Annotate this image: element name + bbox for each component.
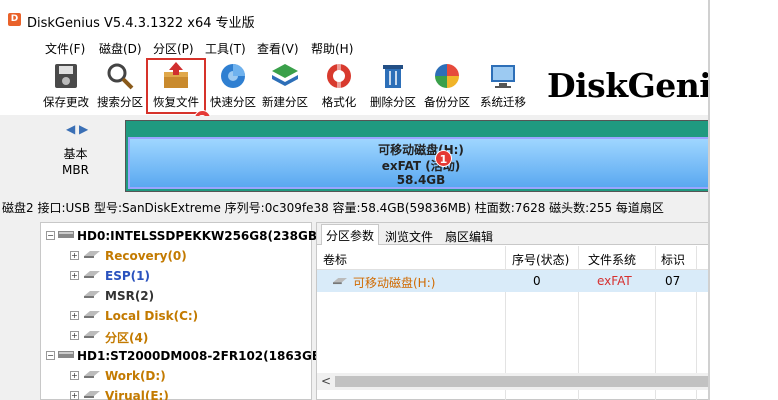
partition-icon: [84, 391, 100, 398]
col-volume-label[interactable]: 卷标: [323, 251, 347, 268]
col-id[interactable]: 标识: [661, 251, 685, 268]
table-row[interactable]: 可移动磁盘(H:) 0 exFAT 07: [317, 270, 710, 292]
delete-partition-label: 删除分区: [370, 95, 416, 109]
row-volume-label: 可移动磁盘(H:): [353, 276, 436, 290]
expand-toggle[interactable]: +: [70, 371, 79, 380]
backup-partition-button[interactable]: 备份分区: [421, 58, 473, 114]
expand-toggle[interactable]: +: [70, 271, 79, 280]
disk-info-line: 磁盘2 接口:USB 型号:SanDiskExtreme 序列号:0c309fe…: [0, 196, 710, 216]
menu-help[interactable]: 帮助(H): [311, 40, 353, 57]
search-partition-label: 搜索分区: [97, 95, 143, 109]
step-badge-1: 1: [435, 150, 452, 167]
partition-icon: [333, 277, 347, 285]
search-partition-button[interactable]: 搜索分区: [94, 58, 146, 114]
partition-icon: [84, 271, 100, 278]
hard-disk-icon: [58, 351, 74, 358]
partition-icon: [84, 371, 100, 378]
row-index: 0: [533, 274, 541, 288]
backup-partition-label: 备份分区: [424, 95, 470, 109]
partition-size: 58.4GB: [396, 173, 446, 187]
scroll-thumb[interactable]: [335, 376, 710, 387]
row-id: 07: [665, 274, 681, 288]
expand-toggle[interactable]: +: [70, 331, 79, 340]
tree-label: HD0:INTELSSDPEKKW256G8(238GB): [77, 229, 323, 243]
expand-toggle[interactable]: +: [70, 251, 79, 260]
save-changes-button[interactable]: 保存更改: [40, 58, 92, 114]
delete-bin-icon: [383, 65, 403, 88]
disk-tree: − HD0:INTELSSDPEKKW256G8(238GB) + Recove…: [40, 222, 327, 400]
disk-type-basic: 基本: [63, 147, 88, 161]
partition-block[interactable]: 可移动磁盘(H:) exFAT (活动) 58.4GB: [125, 120, 710, 192]
magnifier-icon: [107, 63, 134, 90]
menu-view[interactable]: 查看(V): [257, 40, 299, 57]
window-right-edge: [708, 0, 710, 400]
system-migrate-label: 系统迁移: [480, 95, 526, 109]
new-partition-icon: [272, 64, 298, 86]
backup-pie-icon: [435, 64, 459, 88]
quick-partition-icon: [221, 64, 245, 88]
hard-disk-icon: [58, 231, 74, 238]
save-changes-label: 保存更改: [43, 95, 89, 109]
tree-label: ESP(1): [105, 269, 150, 283]
new-partition-button[interactable]: 新建分区: [259, 58, 311, 114]
recover-files-label: 恢复文件: [153, 95, 199, 109]
menu-disk[interactable]: 磁盘(D): [99, 40, 142, 57]
system-migrate-icon: [491, 65, 515, 88]
app-logo-icon: D: [8, 13, 21, 26]
expand-toggle[interactable]: +: [70, 311, 79, 320]
delete-partition-button[interactable]: 删除分区: [367, 58, 419, 114]
format-icon: [327, 63, 351, 89]
brand-logo: DiskGenius: [533, 58, 710, 115]
col-index-status[interactable]: 序号(状态): [512, 251, 569, 268]
window-title: DiskGenius V5.4.3.1322 x64 专业版: [27, 16, 255, 31]
disk-type: 基本 MBR: [62, 146, 89, 178]
partition-area[interactable]: 可移动磁盘(H:) exFAT (活动) 58.4GB: [128, 137, 710, 189]
tree-label: HD1:ST2000DM008-2FR102(1863GB): [77, 349, 327, 363]
partition-name: 可移动磁盘(H:): [378, 143, 464, 157]
menu-bar: 文件(F) 磁盘(D) 分区(P) 工具(T) 查看(V) 帮助(H): [0, 34, 710, 58]
format-label: 格式化: [321, 95, 357, 109]
partition-icon: [84, 291, 100, 298]
partition-icon: [84, 331, 100, 338]
tree-label: MSR(2): [105, 289, 155, 303]
tab-browse-files[interactable]: 浏览文件: [381, 226, 437, 245]
collapse-toggle[interactable]: −: [46, 231, 55, 240]
system-migrate-button[interactable]: 系统迁移: [475, 58, 531, 114]
format-button[interactable]: 格式化: [313, 58, 365, 114]
partition-icon: [84, 311, 100, 318]
tree-label: 分区(4): [105, 331, 149, 345]
expand-toggle[interactable]: +: [70, 391, 79, 400]
horizontal-scrollbar[interactable]: <: [317, 373, 710, 390]
partition-fs: exFAT (活动): [381, 159, 461, 173]
menu-file[interactable]: 文件(F): [45, 40, 85, 57]
recover-files-button[interactable]: 恢复文件: [146, 58, 206, 114]
diskgenius-window: D DiskGenius V5.4.3.1322 x64 专业版 文件(F) 磁…: [0, 0, 710, 400]
new-partition-label: 新建分区: [262, 95, 308, 109]
col-filesystem[interactable]: 文件系统: [588, 251, 636, 268]
tab-bar: 分区参数 浏览文件 扇区编辑: [317, 223, 710, 245]
tab-sector-edit[interactable]: 扇区编辑: [441, 226, 497, 245]
collapse-toggle[interactable]: −: [46, 351, 55, 360]
tree-label: Virual(E:): [105, 389, 169, 400]
disk-nav-arrows[interactable]: ◀ ▶: [66, 122, 88, 136]
tree-label: Local Disk(C:): [105, 309, 199, 323]
save-disk-icon: [55, 64, 77, 88]
brand-text: DiskGenius: [547, 66, 710, 105]
quick-partition-label: 快速分区: [210, 95, 256, 109]
recover-box-icon: [164, 62, 188, 88]
scroll-left-arrow[interactable]: <: [321, 374, 331, 388]
tree-label: Recovery(0): [105, 249, 187, 263]
disk-type-mbr: MBR: [62, 163, 89, 177]
menu-tools[interactable]: 工具(T): [205, 40, 246, 57]
tree-label: Work(D:): [105, 369, 166, 383]
title-bar: D DiskGenius V5.4.3.1322 x64 专业版: [0, 0, 710, 34]
details-panel: 分区参数 浏览文件 扇区编辑 卷标 序号(状态) 文件系统 标识 可移动磁盘(H…: [316, 222, 710, 400]
partition-icon: [84, 251, 100, 258]
disk-map: ◀ ▶ 基本 MBR 可移动磁盘(H:) exFAT (活动) 58.4GB 1: [0, 116, 710, 196]
row-filesystem: exFAT: [597, 274, 632, 288]
quick-partition-button[interactable]: 快速分区: [207, 58, 259, 114]
grid-header: 卷标 序号(状态) 文件系统 标识: [317, 246, 710, 270]
menu-partition[interactable]: 分区(P): [153, 40, 194, 57]
tab-partition-params[interactable]: 分区参数: [321, 224, 380, 245]
